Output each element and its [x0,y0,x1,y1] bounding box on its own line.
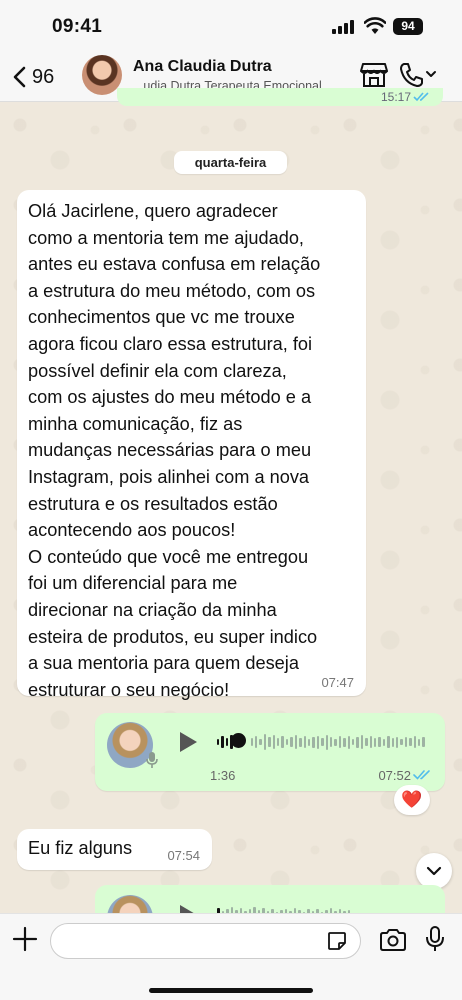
camera-icon[interactable] [379,928,407,952]
status-time: 09:41 [52,16,103,37]
wifi-icon [364,17,386,34]
store-icon[interactable] [360,62,388,88]
play-icon[interactable] [178,731,198,753]
message-time: 07:47 [321,675,354,690]
read-ticks-icon [413,770,430,780]
battery-indicator: 94 [393,18,423,35]
contact-name[interactable]: Ana Claudia Dutra [133,58,272,76]
audio-progress-handle[interactable] [231,733,246,748]
message-input[interactable] [50,923,361,959]
message-text: Olá Jacirlene, quero agradecer como a me… [28,201,321,700]
plus-icon[interactable] [12,926,38,952]
previous-message-bubble[interactable]: 15:17 [117,88,443,106]
composer-bar [0,913,462,1000]
sender-avatar [107,895,153,915]
home-indicator [149,988,313,993]
chevron-left-icon [13,66,26,88]
unread-count: 96 [32,65,55,88]
audio-message-bubble[interactable]: 1:36 07:52 [95,713,445,791]
heart-reaction[interactable]: ❤️ [394,785,430,815]
message-text: Eu fiz alguns [28,838,133,858]
message-time: 07:52 [378,768,411,783]
status-bar: 09:41 94 [0,0,462,52]
audio-waveform[interactable] [217,730,425,754]
incoming-message-bubble[interactable]: Olá Jacirlene, quero agradecer como a me… [17,190,366,700]
scroll-to-bottom-button[interactable] [416,853,452,889]
day-separator: quarta-feira [174,151,287,174]
sticker-icon[interactable] [327,931,347,951]
microphone-icon [146,752,158,768]
message-time: 07:54 [167,848,200,863]
cellular-signal-icon [332,20,354,34]
contact-avatar[interactable] [82,55,122,95]
incoming-message-bubble[interactable]: Eu fiz alguns 07:54 [17,829,212,870]
read-ticks-icon [413,92,429,102]
audio-duration: 1:36 [210,768,236,783]
audio-message-bubble[interactable] [95,885,445,915]
microphone-icon[interactable] [425,925,445,953]
phone-icon[interactable] [398,61,438,89]
back-button[interactable]: 96 [12,60,72,94]
message-time: 15:17 [380,90,411,104]
chevron-down-icon [426,866,442,876]
